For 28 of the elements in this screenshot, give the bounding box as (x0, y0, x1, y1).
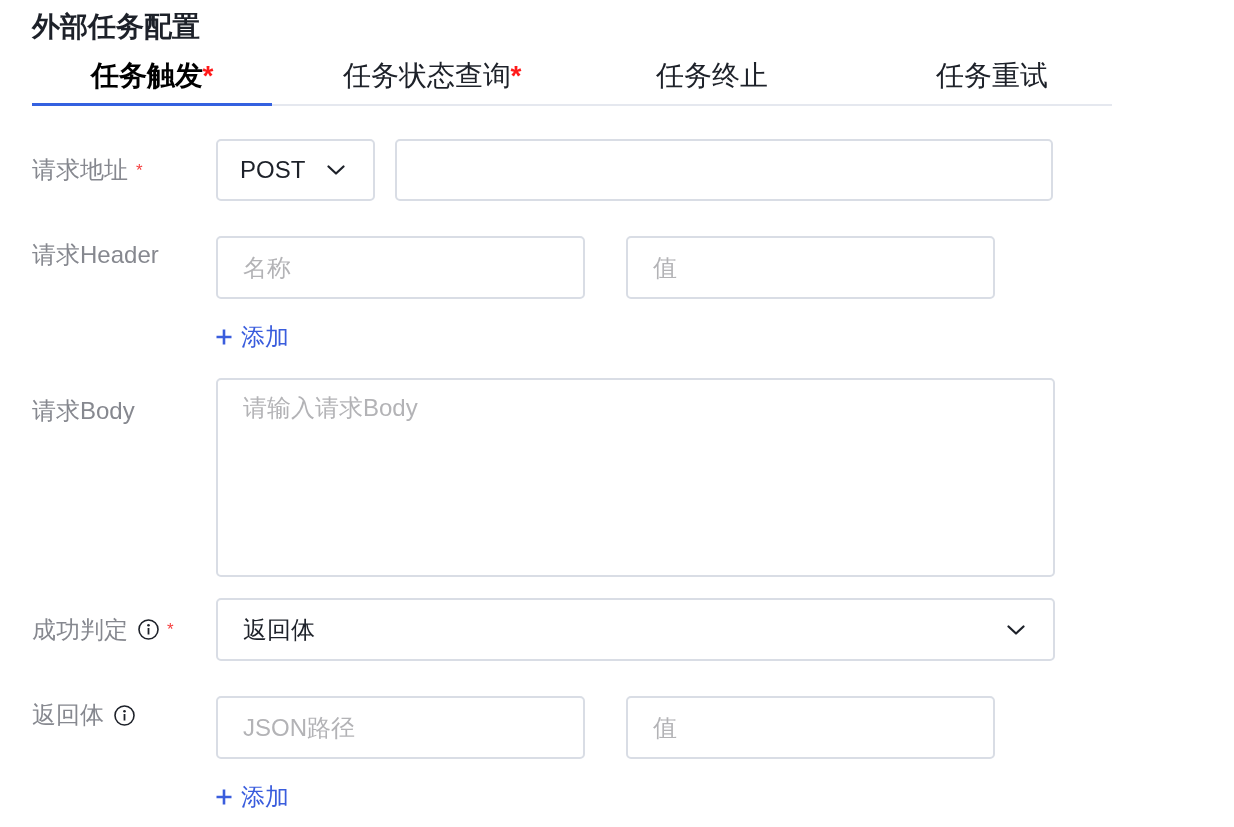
field-label: 请求Header (32, 243, 159, 267)
url-input[interactable] (395, 139, 1053, 201)
select-field[interactable]: 返回体 (216, 598, 1055, 661)
plus-icon (216, 329, 232, 345)
method-select[interactable]: POST (216, 139, 375, 201)
required-mark: * (167, 621, 174, 638)
tab[interactable]: 任务状态查询* (312, 49, 552, 106)
body-textarea[interactable]: 请输入请求Body (216, 378, 1055, 577)
key-input[interactable]: 名称 (216, 236, 585, 299)
add-link[interactable]: 添加 (216, 782, 289, 812)
field-label: 返回体 (32, 703, 104, 727)
field-label: 请求地址 (32, 158, 128, 182)
chevron-down-icon (1007, 624, 1025, 635)
key-input[interactable]: JSON路径 (216, 696, 585, 759)
field-label: 请求Body (32, 399, 135, 423)
add-link[interactable]: 添加 (216, 322, 289, 352)
value-input[interactable]: 值 (626, 696, 995, 759)
tab[interactable]: 任务终止 (592, 49, 832, 106)
chevron-down-icon (327, 165, 345, 175)
required-mark: * (136, 161, 143, 179)
info-icon[interactable] (114, 704, 135, 726)
field-label: 成功判定 (32, 617, 128, 642)
info-icon[interactable] (138, 619, 159, 640)
section-title: 外部任务配置 (32, 10, 200, 44)
value-input[interactable]: 值 (626, 236, 995, 299)
tab[interactable]: 任务触发* (32, 49, 272, 106)
plus-icon (216, 789, 232, 805)
tab[interactable]: 任务重试 (872, 49, 1112, 106)
